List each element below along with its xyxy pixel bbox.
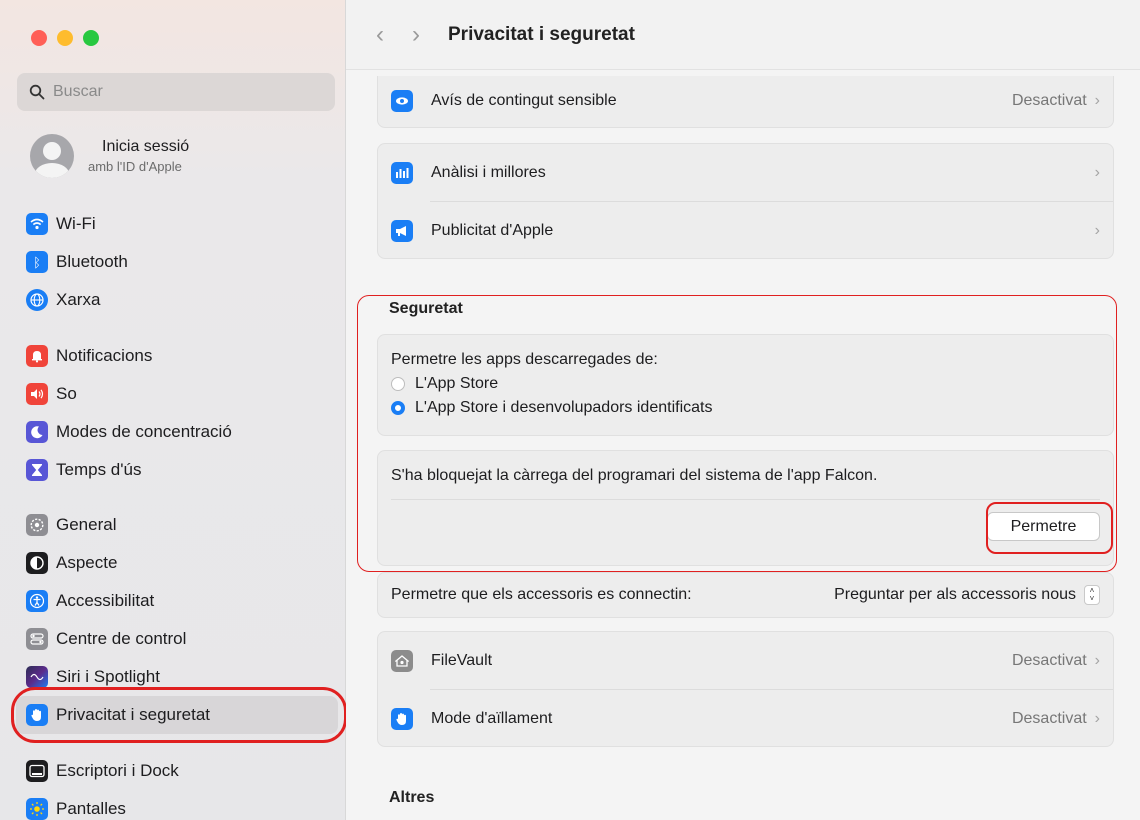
moon-icon (26, 421, 48, 443)
profile-text: Inicia sessió amb l'ID d'Apple (88, 138, 189, 174)
page-title: Privacitat i seguretat (448, 23, 635, 45)
control-center-icon (26, 628, 48, 650)
sidebar-item-so[interactable]: So (26, 375, 336, 413)
sidebar-item-modes-concentracio[interactable]: Modes de concentració (26, 413, 336, 451)
eye-warning-icon (391, 90, 413, 112)
lockdown-mode-value: Desactivat (1011, 709, 1087, 727)
minimize-window-button[interactable] (57, 30, 73, 46)
titlebar: ‹ › Privacitat i seguretat (346, 0, 1140, 70)
sidebar-item-label: Centre de control (56, 629, 187, 648)
window-controls (31, 30, 99, 46)
analytics-row[interactable]: Anàlisi i millores › (378, 144, 1113, 201)
sensitive-content-row[interactable]: Avís de contingut sensible Desactivat › (378, 76, 1113, 126)
sidebar-item-label: So (56, 384, 77, 403)
chevron-right-icon: › (1094, 709, 1100, 727)
house-lock-icon (391, 649, 413, 672)
apple-id-signin[interactable]: Inicia sessió amb l'ID d'Apple (30, 134, 189, 178)
bluetooth-icon: ᛒ (26, 251, 48, 273)
analytics-ads-card: Anàlisi i millores › Publicitat d'Apple … (377, 143, 1114, 259)
dock-icon (26, 760, 48, 782)
filevault-row[interactable]: FileVault Desactivat › (378, 632, 1113, 689)
sidebar-item-xarxa[interactable]: Xarxa (26, 281, 336, 319)
sidebar-item-label: Bluetooth (56, 252, 128, 271)
chevron-right-icon: › (1094, 92, 1100, 109)
lockdown-mode-label: Mode d'aïllament (431, 709, 553, 727)
analytics-icon (391, 161, 413, 184)
gear-icon (26, 514, 48, 536)
bell-icon (26, 345, 48, 367)
search-icon (29, 84, 45, 100)
forward-button[interactable]: › (412, 21, 420, 49)
accessibility-icon (26, 590, 48, 612)
filevault-label: FileVault (431, 651, 493, 669)
sidebar-item-label: Xarxa (56, 290, 101, 309)
accessories-row: Permetre que els accessoris es connectin… (378, 573, 1113, 617)
sensitive-content-label: Avís de contingut sensible (431, 92, 617, 109)
main-pane: ‹ › Privacitat i seguretat Avís de conti… (346, 0, 1140, 820)
sidebar-group-network: Wi-Fi ᛒ Bluetooth Xarxa (26, 205, 336, 319)
settings-window: Inicia sessió amb l'ID d'Apple Wi-Fi ᛒ B… (0, 0, 1140, 820)
sidebar-item-label: General (56, 515, 117, 534)
highlight-annotation (11, 687, 347, 743)
close-window-button[interactable] (31, 30, 47, 46)
apple-ads-label: Publicitat d'Apple (431, 221, 554, 239)
chevron-right-icon: › (1094, 221, 1100, 239)
avatar (30, 134, 74, 178)
profile-name: Inicia sessió (102, 138, 190, 155)
search-input[interactable] (53, 83, 313, 101)
filevault-value: Desactivat (1011, 651, 1087, 669)
sidebar-item-label: Siri i Spotlight (56, 667, 160, 686)
sidebar-group-notifications: Notificacions So Modes de concentració T… (26, 337, 336, 489)
hand-icon (391, 707, 413, 730)
sidebar-item-label: Accessibilitat (56, 591, 155, 610)
search-box[interactable] (17, 73, 335, 111)
sensitive-content-card: Avís de contingut sensible Desactivat › (377, 76, 1114, 128)
lockdown-mode-row[interactable]: Mode d'aïllament Desactivat › (378, 690, 1113, 747)
sidebar-group-display: Escriptori i Dock Pantalles (26, 752, 336, 820)
sidebar: Inicia sessió amb l'ID d'Apple Wi-Fi ᛒ B… (0, 0, 347, 820)
sun-icon (26, 798, 48, 820)
globe-icon (26, 289, 48, 311)
siri-icon (26, 666, 48, 688)
megaphone-icon (391, 219, 413, 242)
back-button[interactable]: ‹ (376, 21, 384, 49)
sidebar-item-label: Aspecte (56, 553, 118, 572)
sidebar-item-pantalles[interactable]: Pantalles (26, 790, 336, 820)
accessories-select[interactable]: Preguntar per als accessoris nous (834, 586, 1076, 604)
chevron-right-icon: › (1094, 651, 1100, 669)
highlight-annotation (986, 502, 1113, 554)
sidebar-item-general[interactable]: General (26, 506, 336, 544)
sidebar-item-bluetooth[interactable]: ᛒ Bluetooth (26, 243, 336, 281)
sidebar-item-centre-control[interactable]: Centre de control (26, 620, 336, 658)
sensitive-content-value: Desactivat (1011, 92, 1087, 109)
appearance-icon (26, 552, 48, 574)
others-section-title: Altres (389, 789, 435, 806)
sidebar-item-notificacions[interactable]: Notificacions (26, 337, 336, 375)
zoom-window-button[interactable] (83, 30, 99, 46)
chevron-updown-icon[interactable]: ˄ ˅ (1084, 585, 1100, 605)
chevron-right-icon: › (1094, 163, 1100, 181)
hourglass-icon (26, 459, 48, 481)
sidebar-item-aspecte[interactable]: Aspecte (26, 544, 336, 582)
sidebar-item-label: Escriptori i Dock (56, 761, 179, 780)
wifi-icon (26, 213, 48, 235)
sidebar-item-wifi[interactable]: Wi-Fi (26, 205, 336, 243)
encryption-card: FileVault Desactivat › Mode d'aïllament … (377, 631, 1114, 747)
accessories-card: Permetre que els accessoris es connectin… (377, 572, 1114, 618)
sidebar-item-label: Temps d'ús (56, 460, 142, 479)
profile-subtitle: amb l'ID d'Apple (88, 159, 182, 174)
sidebar-item-label: Modes de concentració (56, 422, 232, 441)
speaker-icon (26, 383, 48, 405)
sidebar-item-temps-us[interactable]: Temps d'ús (26, 451, 336, 489)
accessories-label: Permetre que els accessoris es connectin… (391, 586, 692, 603)
sidebar-item-label: Notificacions (56, 346, 153, 365)
sidebar-item-escriptori-dock[interactable]: Escriptori i Dock (26, 752, 336, 790)
sidebar-item-accessibilitat[interactable]: Accessibilitat (26, 582, 336, 620)
sidebar-item-label: Wi-Fi (56, 214, 96, 233)
analytics-label: Anàlisi i millores (431, 163, 546, 181)
apple-ads-row[interactable]: Publicitat d'Apple › (378, 202, 1113, 259)
sidebar-item-label: Pantalles (56, 799, 126, 818)
